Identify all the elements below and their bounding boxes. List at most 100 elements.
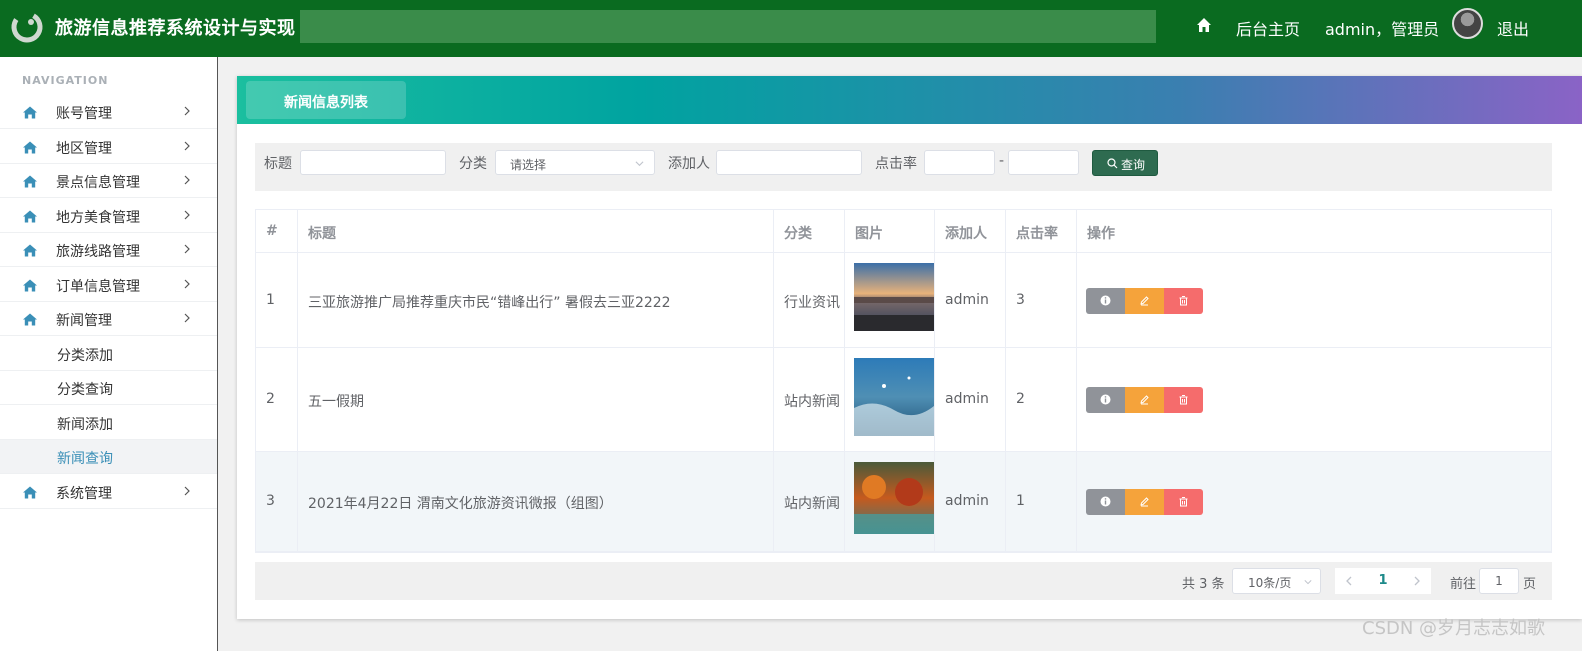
chevron-down-icon xyxy=(635,161,644,167)
home-icon xyxy=(23,313,37,326)
edit-icon xyxy=(1140,497,1149,507)
home-icon[interactable] xyxy=(1196,17,1212,33)
sidebar-item-label: 地区管理 xyxy=(56,140,112,157)
title-strip xyxy=(300,10,1156,43)
table-row: 3 2021年4月22日 渭南文化旅游资讯微报（组图） 站内新闻 admin 1 xyxy=(256,452,1551,552)
sidebar-item-label: 新闻管理 xyxy=(56,313,112,329)
cell-clicks: 1 xyxy=(1016,493,1025,509)
news-table: # 标题 分类 图片 添加人 点击率 操作 1 三亚旅游推广局推荐重庆市民“错峰出行” 暑假去… xyxy=(255,209,1552,553)
cell-title: 三亚旅游推广局推荐重庆市民“错峰出行” 暑假去三亚2222 xyxy=(308,295,671,311)
view-button[interactable] xyxy=(1086,489,1125,515)
cell-category: 站内新闻 xyxy=(784,496,840,512)
trash-icon xyxy=(1179,497,1188,507)
table-cell: admin xyxy=(935,253,1006,347)
view-button[interactable] xyxy=(1086,387,1125,413)
chevron-right-icon xyxy=(184,313,190,323)
sidebar-subitem[interactable]: 分类查询 xyxy=(0,371,217,405)
sidebar-item[interactable]: 系统管理 xyxy=(0,475,217,509)
row-actions xyxy=(1086,288,1203,314)
info-icon xyxy=(1100,394,1111,405)
adder-label: 添加人 xyxy=(668,156,710,172)
cell-category: 站内新闻 xyxy=(784,394,840,410)
prev-page-button[interactable] xyxy=(1335,568,1363,594)
table-row: 2 五一假期 站内新闻 admin 2 xyxy=(256,348,1551,452)
cell-adder: admin xyxy=(945,493,989,509)
cell-index: 1 xyxy=(266,292,275,308)
logout-link[interactable]: 退出 xyxy=(1497,16,1529,40)
query-button[interactable]: 查询 xyxy=(1092,150,1158,176)
adder-input[interactable] xyxy=(716,150,862,175)
delete-button[interactable] xyxy=(1164,489,1203,515)
category-select[interactable]: 请选择 xyxy=(495,150,655,175)
home-link[interactable]: 后台主页 xyxy=(1236,16,1300,40)
table-cell xyxy=(1077,348,1551,451)
search-icon xyxy=(1107,158,1118,169)
column-header-label: 操作 xyxy=(1087,226,1115,242)
sidebar-item[interactable]: 旅游线路管理 xyxy=(0,233,217,267)
sidebar-item[interactable]: 地方美食管理 xyxy=(0,199,217,233)
sidebar-item[interactable]: 新闻管理 xyxy=(0,302,217,336)
sidebar-item-label: 旅游线路管理 xyxy=(56,244,140,260)
sidebar-item[interactable]: 景点信息管理 xyxy=(0,164,217,198)
top-header: 旅游信息推荐系统设计与实现 后台主页 admin，管理员 退出 xyxy=(0,0,1582,57)
table-cell: 1 xyxy=(1006,452,1077,551)
clicks-to-input[interactable] xyxy=(1008,150,1079,175)
sidebar-subitem[interactable]: 分类添加 xyxy=(0,337,217,371)
column-header-label: 标题 xyxy=(308,226,336,242)
autumn-lake-photo xyxy=(854,462,934,534)
tab-news-list[interactable]: 新闻信息列表 xyxy=(246,81,406,119)
column-header: 添加人 xyxy=(935,210,1006,252)
pagination: 共 3 条 10条/页 1 前往 1 页 xyxy=(255,562,1552,600)
clicks-from-input[interactable] xyxy=(924,150,995,175)
user-name: admin，管理员 xyxy=(1325,20,1440,39)
column-header-label: 点击率 xyxy=(1016,226,1058,242)
edit-button[interactable] xyxy=(1125,288,1164,314)
delete-button[interactable] xyxy=(1164,387,1203,413)
table-cell: 站内新闻 xyxy=(774,348,845,451)
clicks-label: 点击率 xyxy=(875,156,917,172)
pagination-total: 共 3 条 xyxy=(1182,577,1225,592)
table-cell xyxy=(845,348,935,451)
lake-sunset-photo xyxy=(854,263,934,331)
sidebar-item-label: 景点信息管理 xyxy=(56,175,140,191)
sidebar-item[interactable]: 账号管理 xyxy=(0,95,217,129)
sidebar-item[interactable]: 地区管理 xyxy=(0,130,217,164)
main-panel: 新闻信息列表 标题 分类 请选择 添加人 点击率 - 查询 # 标题 分类 图片 添加人… xyxy=(237,76,1582,619)
sidebar-subitem[interactable]: 新闻查询 xyxy=(0,440,217,474)
category-placeholder: 请选择 xyxy=(510,158,547,172)
row-actions xyxy=(1086,387,1203,413)
current-page: 1 xyxy=(1378,573,1388,588)
home-icon xyxy=(23,175,37,188)
range-separator: - xyxy=(999,153,1005,169)
table-cell: 2 xyxy=(1006,348,1077,451)
next-page-button[interactable] xyxy=(1403,568,1431,594)
table-cell: 五一假期 xyxy=(298,348,774,451)
tab-label: 新闻信息列表 xyxy=(284,95,368,111)
page-size-select[interactable]: 10条/页 xyxy=(1232,568,1321,594)
column-header: # xyxy=(256,210,298,252)
edit-button[interactable] xyxy=(1125,387,1164,413)
logo-icon xyxy=(11,11,43,43)
table-cell xyxy=(1077,452,1551,551)
sidebar-subitem[interactable]: 新闻添加 xyxy=(0,406,217,440)
chevron-right-icon xyxy=(1414,576,1420,586)
column-header-label: 分类 xyxy=(784,226,812,242)
home-icon xyxy=(23,244,37,257)
cell-index: 3 xyxy=(266,493,275,509)
sidebar-item-label: 订单信息管理 xyxy=(56,278,140,295)
sidebar-item-label: 系统管理 xyxy=(56,485,112,502)
avatar[interactable] xyxy=(1452,8,1483,39)
page-number-current[interactable]: 1 xyxy=(1363,568,1403,594)
title-label: 标题 xyxy=(264,156,292,172)
title-input[interactable] xyxy=(300,150,446,175)
view-button[interactable] xyxy=(1086,288,1125,314)
sidebar-item[interactable]: 订单信息管理 xyxy=(0,268,217,302)
delete-button[interactable] xyxy=(1164,288,1203,314)
goto-page-value: 1 xyxy=(1495,574,1503,588)
goto-page-input[interactable]: 1 xyxy=(1479,568,1519,594)
sea-waves-photo xyxy=(854,358,934,436)
edit-icon xyxy=(1140,296,1149,306)
home-icon xyxy=(23,486,37,498)
table-header: # 标题 分类 图片 添加人 点击率 操作 xyxy=(256,210,1551,253)
edit-button[interactable] xyxy=(1125,489,1164,515)
